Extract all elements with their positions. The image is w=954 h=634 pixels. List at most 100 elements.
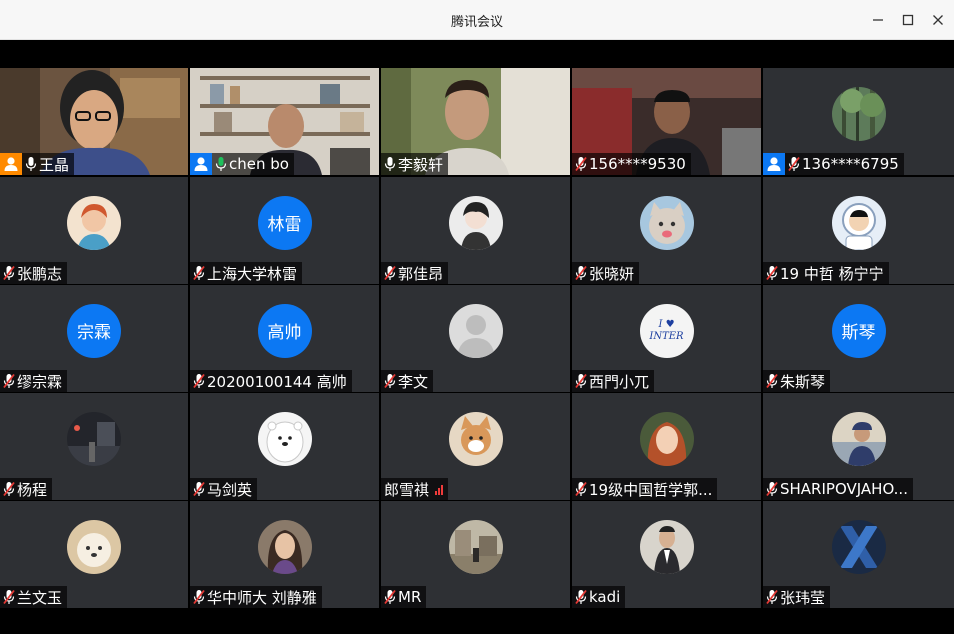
mic-muted-icon	[2, 481, 16, 497]
participant-tile[interactable]: 林雷 上海大学林雷	[190, 177, 379, 284]
participant-tile[interactable]: 张玮莹	[763, 501, 954, 608]
nameplate: chen bo	[190, 153, 294, 175]
minimize-button[interactable]	[866, 8, 890, 32]
participant-name: 兰文玉	[17, 588, 63, 607]
participant-tile[interactable]: 李毅轩	[381, 68, 570, 175]
mic-muted-icon	[787, 156, 801, 172]
maximize-button[interactable]	[896, 8, 920, 32]
nameplate: 李文	[381, 370, 434, 392]
participant-tile[interactable]: 136****6795	[763, 68, 954, 175]
participant-name: 西門小兀	[589, 372, 650, 391]
nameplate: 王晶	[0, 153, 75, 175]
participant-name: chen bo	[229, 155, 289, 173]
nameplate: 19级中国哲学郭...	[572, 478, 718, 500]
nameplate: kadi	[572, 586, 626, 608]
participant-tile[interactable]: 马剑英	[190, 393, 379, 500]
avatar-text: 宗霖	[67, 303, 121, 358]
nameplate: 马剑英	[190, 478, 258, 500]
avatar-image	[639, 411, 694, 466]
participant-tile[interactable]: SHARIPOVJAHO...	[763, 393, 954, 500]
nameplate: 136****6795	[763, 153, 904, 175]
mic-muted-icon	[383, 265, 397, 281]
participant-tile[interactable]: 华中师大 刘静雅	[190, 501, 379, 608]
avatar-image	[67, 411, 121, 466]
nameplate: 西門小兀	[572, 370, 655, 392]
avatar-image	[831, 411, 886, 466]
mic-muted-icon	[765, 589, 779, 605]
participant-tile[interactable]: 156****9530	[572, 68, 761, 175]
mic-muted-icon	[574, 156, 588, 172]
mic-icon	[383, 156, 397, 172]
nameplate: MR	[381, 586, 427, 608]
mic-muted-icon	[765, 265, 779, 281]
participant-tile[interactable]: I ♥ INTER 西門小兀	[572, 285, 761, 392]
cohost-badge-icon	[190, 153, 212, 175]
avatar-text: 林雷	[257, 195, 312, 250]
avatar-image	[639, 519, 694, 574]
participant-name: 郎雪祺	[384, 480, 430, 499]
participant-tile[interactable]: MR	[381, 501, 570, 608]
avatar-image	[67, 195, 121, 250]
mic-muted-icon	[383, 373, 397, 389]
nameplate: 杨程	[0, 478, 53, 500]
mic-muted-icon	[574, 373, 588, 389]
nameplate: 19 中哲 杨宁宁	[763, 262, 889, 284]
avatar-image	[257, 411, 312, 466]
close-icon	[933, 15, 943, 25]
avatar-caption: I ♥ INTER	[649, 318, 684, 342]
participant-grid: 王晶 chen bo 李毅轩 156****9530 136****6795 张鹏志 林雷上…	[0, 68, 954, 608]
participant-name: 136****6795	[802, 155, 899, 173]
nameplate: 华中师大 刘静雅	[190, 586, 322, 608]
mic-muted-icon	[765, 481, 779, 497]
bottom-black-band	[0, 608, 954, 634]
nameplate: 李毅轩	[381, 153, 449, 175]
participant-tile[interactable]: 郎雪祺	[381, 393, 570, 500]
nameplate: 郎雪祺	[381, 478, 449, 500]
minimize-icon	[873, 19, 883, 21]
maximize-icon	[902, 14, 914, 26]
avatar-image	[448, 195, 503, 250]
participant-name: 20200100144 高帅	[207, 372, 347, 391]
mic-muted-icon	[192, 589, 206, 605]
avatar-image: I ♥ INTER	[639, 303, 694, 358]
mic-muted-icon	[574, 265, 588, 281]
nameplate: 兰文玉	[0, 586, 68, 608]
participant-name: 张玮莹	[780, 588, 826, 607]
avatar-image	[831, 519, 886, 574]
host-badge-icon	[0, 153, 22, 175]
participant-tile[interactable]: kadi	[572, 501, 761, 608]
participant-name: 19级中国哲学郭...	[589, 480, 713, 499]
participant-name: 华中师大 刘静雅	[207, 588, 317, 607]
participant-name: 156****9530	[589, 155, 686, 173]
participant-tile[interactable]: 张鹏志	[0, 177, 188, 284]
participant-name: 19 中哲 杨宁宁	[780, 264, 884, 283]
participant-tile[interactable]: 高帅 20200100144 高帅	[190, 285, 379, 392]
cohost-badge-icon	[763, 153, 785, 175]
participant-tile[interactable]: chen bo	[190, 68, 379, 175]
participant-name: 张晓妍	[589, 264, 635, 283]
participant-tile[interactable]: 19 中哲 杨宁宁	[763, 177, 954, 284]
participant-tile[interactable]: 郭佳昂	[381, 177, 570, 284]
participant-name: 郭佳昂	[398, 264, 444, 283]
participant-tile[interactable]: 张晓妍	[572, 177, 761, 284]
top-black-band	[0, 40, 954, 68]
participant-name: 李毅轩	[398, 155, 444, 174]
participant-name: SHARIPOVJAHO...	[780, 480, 908, 498]
close-button[interactable]	[926, 8, 950, 32]
mic-muted-icon	[574, 481, 588, 497]
participant-tile[interactable]: 斯琴 朱斯琴	[763, 285, 954, 392]
participant-name: 李文	[398, 372, 429, 391]
participant-tile[interactable]: 兰文玉	[0, 501, 188, 608]
mic-muted-icon	[192, 265, 206, 281]
avatar-image	[257, 519, 312, 574]
participant-tile[interactable]: 李文	[381, 285, 570, 392]
participant-tile[interactable]: 宗霖缪宗霖	[0, 285, 188, 392]
participant-name: kadi	[589, 588, 621, 606]
participant-tile[interactable]: 19级中国哲学郭...	[572, 393, 761, 500]
window-title: 腾讯会议	[450, 15, 503, 30]
nameplate: 缪宗霖	[0, 370, 68, 392]
participant-tile[interactable]: 王晶	[0, 68, 188, 175]
avatar-image	[448, 303, 503, 358]
participant-tile[interactable]: 杨程	[0, 393, 188, 500]
mic-icon	[24, 156, 38, 172]
